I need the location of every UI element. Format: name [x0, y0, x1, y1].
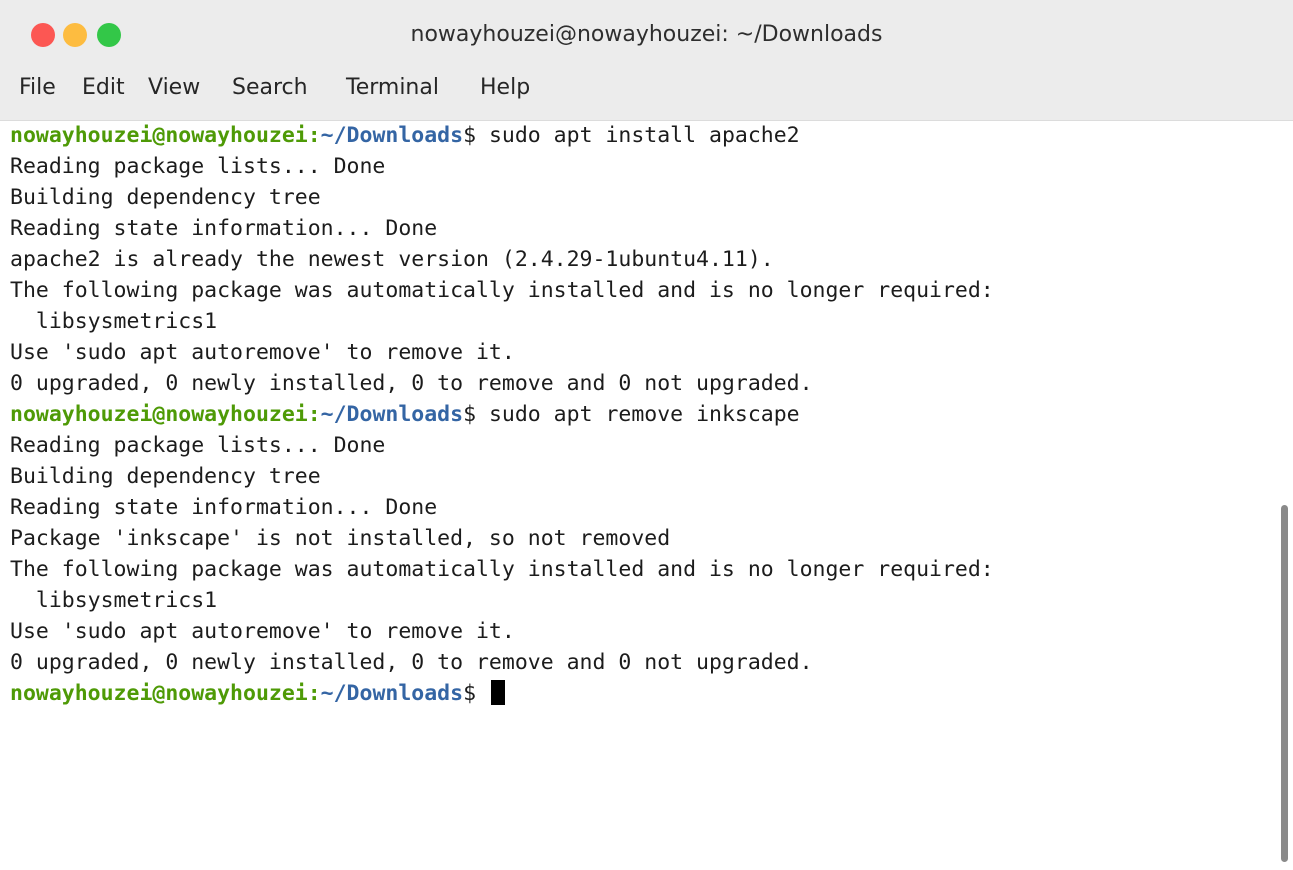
- prompt-separator: :: [307, 402, 321, 427]
- prompt-path: ~/Downloads: [320, 402, 464, 427]
- prompt-separator: :: [307, 681, 321, 706]
- menu-edit[interactable]: Edit: [82, 68, 125, 120]
- prompt-path: ~/Downloads: [320, 123, 464, 148]
- terminal-line-prompt: nowayhouzei@nowayhouzei:~/Downloads$: [10, 679, 505, 708]
- command-text: [476, 681, 489, 706]
- terminal-line: Reading package lists... Done: [10, 154, 386, 179]
- prompt-user: nowayhouzei@nowayhouzei: [10, 123, 308, 148]
- prompt-symbol: $: [463, 402, 477, 427]
- terminal-line: 0 upgraded, 0 newly installed, 0 to remo…: [10, 371, 813, 396]
- menu-file[interactable]: File: [19, 68, 56, 120]
- prompt-symbol: $: [463, 681, 477, 706]
- title-bar: nowayhouzei@nowayhouzei: ~/Downloads: [0, 0, 1293, 68]
- prompt-user: nowayhouzei@nowayhouzei: [10, 402, 308, 427]
- terminal-line: libsysmetrics1: [10, 588, 218, 613]
- menu-bar: File Edit View Search Terminal Help: [0, 68, 1293, 121]
- terminal-line-prompt: nowayhouzei@nowayhouzei:~/Downloads$ sud…: [10, 400, 800, 429]
- prompt-user: nowayhouzei@nowayhouzei: [10, 681, 308, 706]
- terminal-line: Reading package lists... Done: [10, 433, 386, 458]
- terminal-line: Use 'sudo apt autoremove' to remove it.: [10, 340, 515, 365]
- terminal-line: Reading state information... Done: [10, 216, 438, 241]
- terminal-line: apache2 is already the newest version (2…: [10, 247, 774, 272]
- menu-search[interactable]: Search: [232, 68, 308, 120]
- terminal-line: libsysmetrics1: [10, 309, 218, 334]
- terminal-line-prompt: nowayhouzei@nowayhouzei:~/Downloads$ sud…: [10, 121, 800, 150]
- terminal-line: 0 upgraded, 0 newly installed, 0 to remo…: [10, 650, 813, 675]
- terminal-line: Reading state information... Done: [10, 495, 438, 520]
- terminal-line: The following package was automatically …: [10, 557, 994, 582]
- prompt-separator: :: [307, 123, 321, 148]
- command-text: sudo apt install apache2: [476, 123, 800, 148]
- text-cursor: [490, 680, 505, 705]
- prompt-symbol: $: [463, 123, 477, 148]
- menu-view[interactable]: View: [148, 68, 200, 120]
- terminal-line: The following package was automatically …: [10, 278, 994, 303]
- terminal-line: Building dependency tree: [10, 464, 321, 489]
- menu-terminal[interactable]: Terminal: [346, 68, 439, 120]
- terminal-window: nowayhouzei@nowayhouzei: ~/Downloads Fil…: [0, 0, 1293, 870]
- prompt-path: ~/Downloads: [320, 681, 464, 706]
- terminal-output[interactable]: nowayhouzei@nowayhouzei:~/Downloads$ sud…: [0, 121, 1275, 870]
- terminal-line: Building dependency tree: [10, 185, 321, 210]
- terminal-line: Use 'sudo apt autoremove' to remove it.: [10, 619, 515, 644]
- terminal-line: Package 'inkscape' is not installed, so …: [10, 526, 671, 551]
- window-title: nowayhouzei@nowayhouzei: ~/Downloads: [410, 22, 883, 47]
- menu-help[interactable]: Help: [480, 68, 530, 120]
- scrollbar-thumb[interactable]: [1281, 505, 1288, 862]
- command-text: sudo apt remove inkscape: [476, 402, 800, 427]
